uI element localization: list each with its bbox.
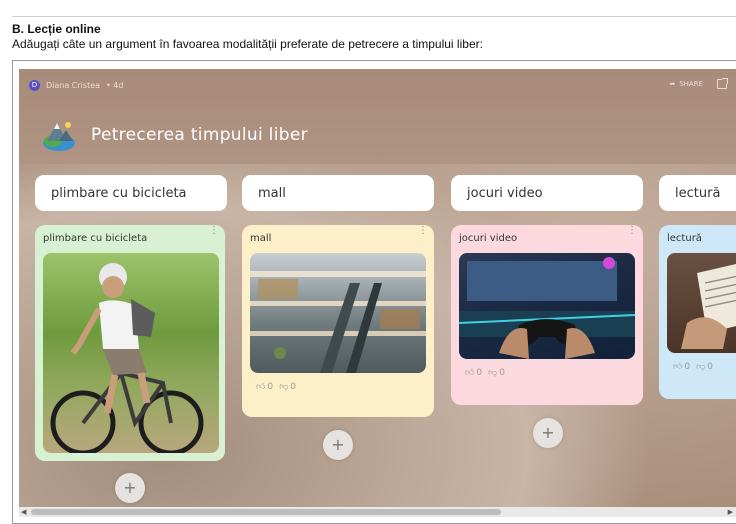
share-button[interactable]: ➦ SHARE <box>669 80 703 88</box>
post-age: • 4d <box>106 81 124 90</box>
share-area: ➦ SHARE <box>669 78 728 89</box>
gamepad-illustration <box>459 257 635 359</box>
post-card-mall[interactable]: mall ⋮ 👍︎ 0 👎︎ 0 <box>242 225 434 417</box>
post-card-jocuri[interactable]: jocuri video ⋮ 👍︎ 0 👎︎ 0 <box>451 225 643 405</box>
like-count: 0 <box>267 382 274 392</box>
card-image-reading <box>667 253 736 353</box>
add-post-button-jocuri[interactable]: + <box>533 418 563 448</box>
thumbs-up-icon: 👍︎ <box>256 382 266 392</box>
like-button[interactable]: 👍︎ 0 <box>256 382 273 392</box>
more-options-icon[interactable]: ⋮ <box>418 226 428 236</box>
card-title: mall <box>250 233 272 244</box>
instruction-text: Adăugați câte un argument în favoarea mo… <box>12 37 483 51</box>
embedded-board-frame: D Diana Cristea • 4d ➦ SHARE Petrecerea … <box>12 60 736 524</box>
card-image-mall <box>250 253 426 373</box>
page: B. Lecție online Adăugați câte un argume… <box>0 0 736 524</box>
mall-illustration <box>250 271 426 373</box>
card-image-gaming <box>459 253 635 359</box>
board-logo-icon <box>43 122 75 151</box>
reaction-bar: 👍︎ 0 👎︎ 0 <box>250 382 426 392</box>
scrollbar-thumb[interactable] <box>31 509 501 515</box>
padlet-board: D Diana Cristea • 4d ➦ SHARE Petrecerea … <box>19 69 736 517</box>
post-card-lectura[interactable]: lectură 👍︎ 0 👎︎ 0 <box>659 225 736 399</box>
like-count: 0 <box>476 368 483 378</box>
thumbs-up-icon: 👍︎ <box>465 368 475 378</box>
author-info: D Diana Cristea • 4d <box>29 80 123 91</box>
like-button[interactable]: 👍︎ 0 <box>465 368 482 378</box>
open-external-icon[interactable] <box>717 78 728 89</box>
thumbs-down-icon: 👎︎ <box>488 368 498 378</box>
card-title: plimbare cu bicicleta <box>43 233 148 244</box>
author-name: Diana Cristea <box>46 81 101 90</box>
add-post-button-bicicleta[interactable]: + <box>115 473 145 503</box>
like-button[interactable]: 👍︎ 0 <box>673 362 690 372</box>
document-header: B. Lecție online Adăugați câte un argume… <box>12 16 736 60</box>
column-header-lectura[interactable]: lectură <box>659 175 736 211</box>
card-title: lectură <box>667 233 702 244</box>
thumbs-down-icon: 👎︎ <box>696 362 706 372</box>
dislike-count: 0 <box>290 382 297 392</box>
like-count: 0 <box>684 362 691 372</box>
dislike-count: 0 <box>499 368 506 378</box>
board-title-row: Petrecerea timpului liber <box>41 117 308 153</box>
thumbs-down-icon: 👎︎ <box>279 382 289 392</box>
section-title: B. Lecție online <box>12 22 101 36</box>
column-header-label: jocuri video <box>467 185 543 201</box>
board-title: Petrecerea timpului liber <box>91 125 308 145</box>
share-label: SHARE <box>679 80 703 88</box>
horizontal-scrollbar[interactable]: ◀ ▶ <box>19 507 736 517</box>
scroll-left-icon[interactable]: ◀ <box>21 508 26 516</box>
more-options-icon[interactable]: ⋮ <box>209 226 219 236</box>
column-header-label: mall <box>258 185 286 201</box>
more-options-icon[interactable]: ⋮ <box>627 226 637 236</box>
share-icon: ➦ <box>669 80 676 88</box>
dislike-button[interactable]: 👎︎ 0 <box>488 368 505 378</box>
reaction-bar: 👍︎ 0 👎︎ 0 <box>459 368 635 378</box>
dislike-button[interactable]: 👎︎ 0 <box>279 382 296 392</box>
column-header-bicicleta[interactable]: plimbare cu bicicleta <box>35 175 227 211</box>
card-image-cyclist <box>43 253 219 453</box>
column-header-mall[interactable]: mall <box>242 175 434 211</box>
thumbs-up-icon: 👍︎ <box>673 362 683 372</box>
book-illustration <box>681 264 736 349</box>
dislike-button[interactable]: 👎︎ 0 <box>696 362 713 372</box>
scroll-right-icon[interactable]: ▶ <box>728 508 733 516</box>
reaction-bar: 👍︎ 0 👎︎ 0 <box>667 362 736 372</box>
card-title: jocuri video <box>459 233 518 244</box>
cyclist-illustration <box>50 263 204 453</box>
column-header-label: lectură <box>675 185 721 201</box>
avatar: D <box>29 80 40 91</box>
column-header-jocuri[interactable]: jocuri video <box>451 175 643 211</box>
column-header-label: plimbare cu bicicleta <box>51 185 187 201</box>
dislike-count: 0 <box>707 362 714 372</box>
post-card-bicicleta[interactable]: plimbare cu bicicleta ⋮ <box>35 225 225 461</box>
add-post-button-mall[interactable]: + <box>323 430 353 460</box>
